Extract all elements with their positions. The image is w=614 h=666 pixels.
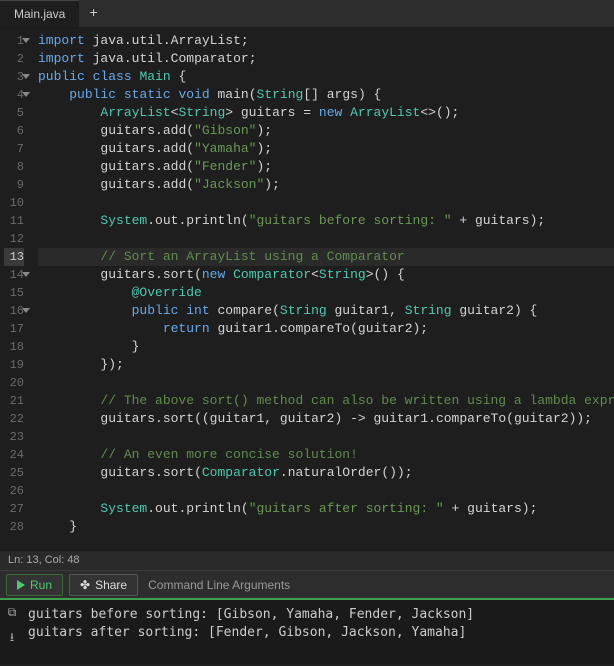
line-number: 2: [4, 50, 24, 68]
line-number: 17: [4, 320, 24, 338]
play-icon: [17, 580, 25, 590]
line-number: 3: [4, 68, 24, 86]
line-gutter: 1234567891011121314151617181920212223242…: [0, 28, 30, 550]
code-line[interactable]: [38, 482, 614, 500]
line-number: 19: [4, 356, 24, 374]
line-number: 28: [4, 518, 24, 536]
code-line[interactable]: [38, 230, 614, 248]
line-number: 6: [4, 122, 24, 140]
line-number: 26: [4, 482, 24, 500]
line-number: 13: [4, 248, 24, 266]
add-tab-button[interactable]: +: [79, 0, 107, 28]
console-toolbar: ⧉ ⭳: [0, 600, 24, 664]
code-line[interactable]: });: [38, 356, 614, 374]
line-number: 10: [4, 194, 24, 212]
line-number: 24: [4, 446, 24, 464]
line-number: 1: [4, 32, 24, 50]
code-line[interactable]: guitars.sort((guitar1, guitar2) -> guita…: [38, 410, 614, 428]
cursor-position: Ln: 13, Col: 48: [8, 554, 80, 566]
toolbar: Run ✤ Share Command Line Arguments: [0, 570, 614, 600]
line-number: 21: [4, 392, 24, 410]
code-line[interactable]: import java.util.ArrayList;: [38, 32, 614, 50]
code-line[interactable]: public class Main {: [38, 68, 614, 86]
code-line[interactable]: public int compare(String guitar1, Strin…: [38, 302, 614, 320]
code-line[interactable]: return guitar1.compareTo(guitar2);: [38, 320, 614, 338]
console-panel: ⧉ ⭳ guitars before sorting: [Gibson, Yam…: [0, 600, 614, 664]
line-number: 23: [4, 428, 24, 446]
line-number: 15: [4, 284, 24, 302]
line-number: 8: [4, 158, 24, 176]
code-line[interactable]: guitars.add("Fender");: [38, 158, 614, 176]
code-line[interactable]: [38, 428, 614, 446]
code-line[interactable]: // An even more concise solution!: [38, 446, 614, 464]
code-line[interactable]: guitars.add("Yamaha");: [38, 140, 614, 158]
code-line[interactable]: ArrayList<String> guitars = new ArrayLis…: [38, 104, 614, 122]
share-button[interactable]: ✤ Share: [69, 574, 138, 596]
code-line[interactable]: guitars.sort(Comparator.naturalOrder());: [38, 464, 614, 482]
line-number: 5: [4, 104, 24, 122]
code-line[interactable]: public static void main(String[] args) {: [38, 86, 614, 104]
run-label: Run: [30, 578, 52, 592]
code-line[interactable]: @Override: [38, 284, 614, 302]
line-number: 4: [4, 86, 24, 104]
line-number: 20: [4, 374, 24, 392]
run-button[interactable]: Run: [6, 574, 63, 596]
tab-main-java[interactable]: Main.java: [0, 0, 79, 27]
tab-bar: Main.java +: [0, 0, 614, 28]
line-number: 16: [4, 302, 24, 320]
download-icon[interactable]: ⭳: [5, 628, 19, 642]
code-line[interactable]: System.out.println("guitars after sortin…: [38, 500, 614, 518]
code-line[interactable]: guitars.sort(new Comparator<String>() {: [38, 266, 614, 284]
line-number: 25: [4, 464, 24, 482]
code-line[interactable]: }: [38, 338, 614, 356]
line-number: 22: [4, 410, 24, 428]
code-line[interactable]: // The above sort() method can also be w…: [38, 392, 614, 410]
code-line[interactable]: import java.util.Comparator;: [38, 50, 614, 68]
code-editor[interactable]: 1234567891011121314151617181920212223242…: [0, 28, 614, 550]
code-line[interactable]: [38, 374, 614, 392]
line-number: 14: [4, 266, 24, 284]
line-number: 18: [4, 338, 24, 356]
share-icon: ✤: [80, 578, 90, 592]
share-label: Share: [95, 578, 127, 592]
code-line[interactable]: guitars.add("Jackson");: [38, 176, 614, 194]
code-line[interactable]: System.out.println("guitars before sorti…: [38, 212, 614, 230]
status-bar: Ln: 13, Col: 48: [0, 550, 614, 570]
line-number: 11: [4, 212, 24, 230]
code-area[interactable]: import java.util.ArrayList;import java.u…: [30, 28, 614, 550]
code-line[interactable]: guitars.add("Gibson");: [38, 122, 614, 140]
code-line[interactable]: // Sort an ArrayList using a Comparator: [38, 248, 614, 266]
copy-icon[interactable]: ⧉: [5, 606, 19, 620]
line-number: 12: [4, 230, 24, 248]
console-output: guitars before sorting: [Gibson, Yamaha,…: [24, 600, 478, 664]
line-number: 7: [4, 140, 24, 158]
code-line[interactable]: }: [38, 518, 614, 536]
code-line[interactable]: [38, 194, 614, 212]
line-number: 9: [4, 176, 24, 194]
line-number: 27: [4, 500, 24, 518]
command-line-args-input[interactable]: Command Line Arguments: [144, 578, 290, 592]
